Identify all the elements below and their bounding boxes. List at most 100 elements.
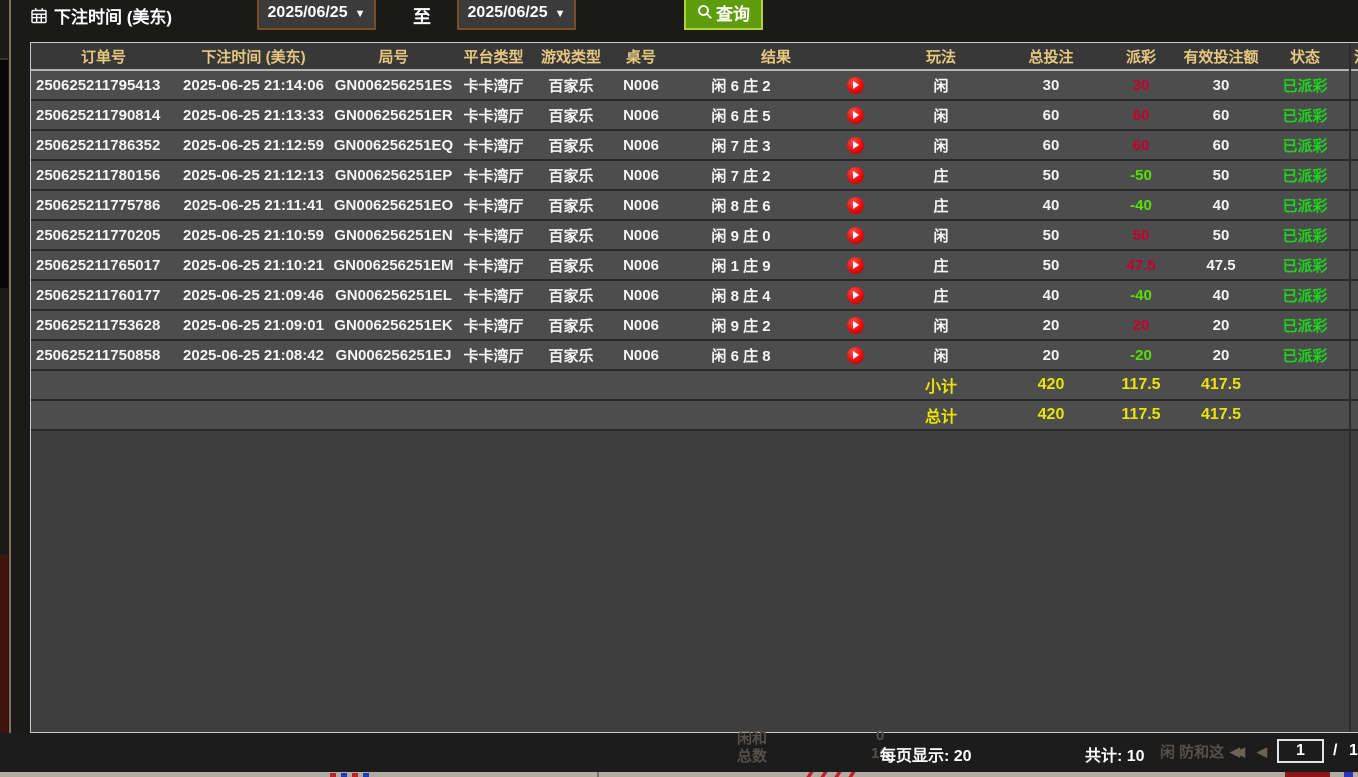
header-game-type: 游戏类型: [531, 43, 611, 69]
table-no-cell: N006: [611, 131, 671, 159]
status-badge: 已派彩: [1261, 131, 1349, 159]
total-bet-cell: 50: [1001, 221, 1101, 249]
result-text: 闲 6 庄 2: [671, 75, 811, 96]
bet-records-table: 订单号 下注时间 (美东) 局号 平台类型 游戏类型 桌号 结果 玩法 总投注 …: [30, 42, 1358, 733]
valid-bet-cell: 20: [1181, 341, 1261, 369]
platform-cell: 卡卡湾厅: [456, 191, 531, 219]
first-page-button[interactable]: ◀◀: [1230, 744, 1240, 760]
valid-bet-cell: 20: [1181, 311, 1261, 339]
header-payout: 派彩: [1101, 43, 1181, 69]
round-id-cell: GN006256251EK: [331, 311, 456, 339]
query-button-label: 查询: [716, 0, 750, 25]
result-text: 闲 8 庄 4: [671, 285, 811, 306]
per-page-label: 每页显示: 20: [880, 742, 972, 766]
bet-on-cell: 庄: [881, 191, 1001, 219]
game-type-cell: 百家乐: [531, 71, 611, 99]
valid-bet-cell: 50: [1181, 161, 1261, 189]
table-no-cell: N006: [611, 341, 671, 369]
play-video-icon[interactable]: [847, 227, 864, 244]
summary-empty: [1261, 371, 1349, 399]
date-from-value: 2025/06/25: [268, 4, 348, 22]
page-number-input[interactable]: 1: [1277, 739, 1324, 763]
summary-spacer: [31, 401, 881, 429]
play-video-icon[interactable]: [847, 287, 864, 304]
summary-row: 小计 420 117.5 417.5: [31, 371, 1358, 401]
table-row: 250625211750858 2025-06-25 21:08:42 GN00…: [31, 341, 1358, 371]
pagination-footer: 闲和 0 总数 16 闲 防和这 每页显示: 20 共计: 10 ◀◀ ◀ 1 …: [0, 733, 1358, 772]
game-type-cell: 百家乐: [531, 251, 611, 279]
table-row: 250625211760177 2025-06-25 21:09:46 GN00…: [31, 281, 1358, 311]
round-id-cell: GN006256251EL: [331, 281, 456, 309]
background-bleed-strip: [0, 772, 1358, 777]
round-id-cell: GN006256251EM: [331, 251, 456, 279]
total-bet-cell: 40: [1001, 191, 1101, 219]
header-bet-on: 玩法: [881, 43, 1001, 69]
total-bet-cell: 60: [1001, 101, 1101, 129]
calendar-icon: [30, 7, 48, 25]
play-video-icon[interactable]: [847, 77, 864, 94]
play-video-icon[interactable]: [847, 257, 864, 274]
result-text: 闲 7 庄 3: [671, 135, 811, 156]
play-video-icon[interactable]: [847, 107, 864, 124]
game-type-cell: 百家乐: [531, 131, 611, 159]
status-badge: 已派彩: [1261, 221, 1349, 249]
play-video-icon[interactable]: [847, 197, 864, 214]
table-no-cell: N006: [611, 251, 671, 279]
round-id-cell: GN006256251EP: [331, 161, 456, 189]
bet-time-cell: 2025-06-25 21:10:21: [176, 251, 331, 279]
chevron-down-icon: ▼: [555, 8, 566, 20]
header-valid-bet: 有效投注额: [1181, 43, 1261, 69]
date-from-select[interactable]: 2025/06/25 ▼: [257, 0, 376, 30]
header-table-no: 桌号: [611, 43, 671, 69]
chevron-down-icon: ▼: [355, 8, 366, 20]
summary-empty: [1261, 401, 1349, 429]
platform-cell: 卡卡湾厅: [456, 341, 531, 369]
payout-cell: -50: [1101, 161, 1181, 189]
valid-bet-cell: 40: [1181, 191, 1261, 219]
game-type-cell: 百家乐: [531, 341, 611, 369]
play-video-icon[interactable]: [847, 347, 864, 364]
round-id-cell: GN006256251ER: [331, 101, 456, 129]
table-row: 250625211765017 2025-06-25 21:10:21 GN00…: [31, 251, 1358, 281]
summary-total-bet: 420: [1001, 371, 1101, 399]
round-id-cell: GN006256251EJ: [331, 341, 456, 369]
total-bet-cell: 40: [1001, 281, 1101, 309]
payout-cell: 60: [1101, 101, 1181, 129]
result-text: 闲 8 庄 6: [671, 195, 811, 216]
ghost-text: 总数: [737, 745, 767, 766]
prev-page-button[interactable]: ◀: [1257, 744, 1267, 760]
platform-cell: 卡卡湾厅: [456, 71, 531, 99]
bet-records-panel: 下注时间 (美东) 2025/06/25 ▼ 至 2025/06/25 ▼ 查询…: [0, 0, 1358, 777]
play-video-icon[interactable]: [847, 137, 864, 154]
table-no-cell: N006: [611, 161, 671, 189]
header-status: 状态: [1261, 43, 1349, 69]
total-pages-label: 1: [1349, 742, 1358, 760]
round-id-cell: GN006256251ES: [331, 71, 456, 99]
table-empty-area: [31, 431, 1358, 732]
table-row: 250625211775786 2025-06-25 21:11:41 GN00…: [31, 191, 1358, 221]
platform-cell: 卡卡湾厅: [456, 131, 531, 159]
status-badge: 已派彩: [1261, 161, 1349, 189]
bet-time-cell: 2025-06-25 21:12:59: [176, 131, 331, 159]
summary-payout: 117.5: [1101, 371, 1181, 399]
header-order-id: 订单号: [31, 43, 176, 69]
order-id-cell: 250625211790814: [31, 101, 176, 129]
valid-bet-cell: 60: [1181, 101, 1261, 129]
result-cell: 闲 1 庄 9: [671, 251, 881, 279]
background-bleed-block: [0, 58, 8, 288]
ghost-text: 闲 防和这: [1160, 741, 1224, 762]
bet-on-cell: 闲: [881, 311, 1001, 339]
date-to-select[interactable]: 2025/06/25 ▼: [457, 0, 576, 30]
bet-time-cell: 2025-06-25 21:09:01: [176, 311, 331, 339]
order-id-cell: 250625211780156: [31, 161, 176, 189]
query-button[interactable]: 查询: [684, 0, 763, 30]
round-id-cell: GN006256251EO: [331, 191, 456, 219]
header-result: 结果: [671, 43, 881, 69]
table-body: 250625211795413 2025-06-25 21:14:06 GN00…: [31, 71, 1358, 371]
summary-row: 总计 420 117.5 417.5: [31, 401, 1358, 431]
status-badge: 已派彩: [1261, 191, 1349, 219]
payout-cell: -20: [1101, 341, 1181, 369]
play-video-icon[interactable]: [847, 317, 864, 334]
play-video-icon[interactable]: [847, 167, 864, 184]
header-total-bet: 总投注: [1001, 43, 1101, 69]
